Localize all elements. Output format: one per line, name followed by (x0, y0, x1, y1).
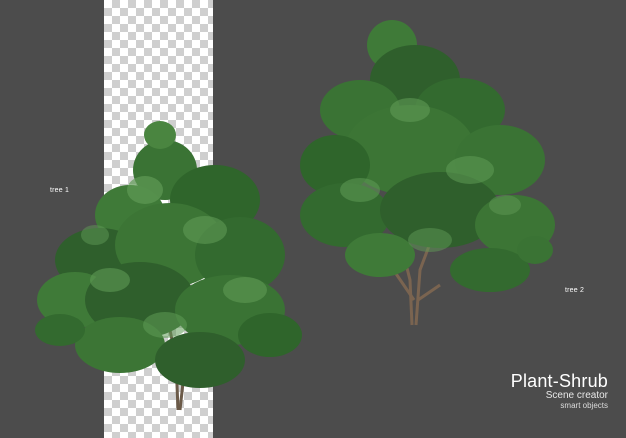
brand-tagline: smart objects (560, 401, 608, 410)
tree-1-label: tree 1 (50, 187, 70, 194)
brand-title: Plant-Shrub (510, 371, 608, 391)
canvas: tree 1 tree 2 Plant-Shrub Scene creator … (0, 0, 626, 438)
tree-2-label: tree 2 (565, 287, 585, 294)
tree-2-foliage (300, 20, 555, 292)
brand-subtitle: Scene creator (545, 390, 608, 401)
brand-block: Plant-Shrub Scene creator smart objects (511, 371, 608, 410)
